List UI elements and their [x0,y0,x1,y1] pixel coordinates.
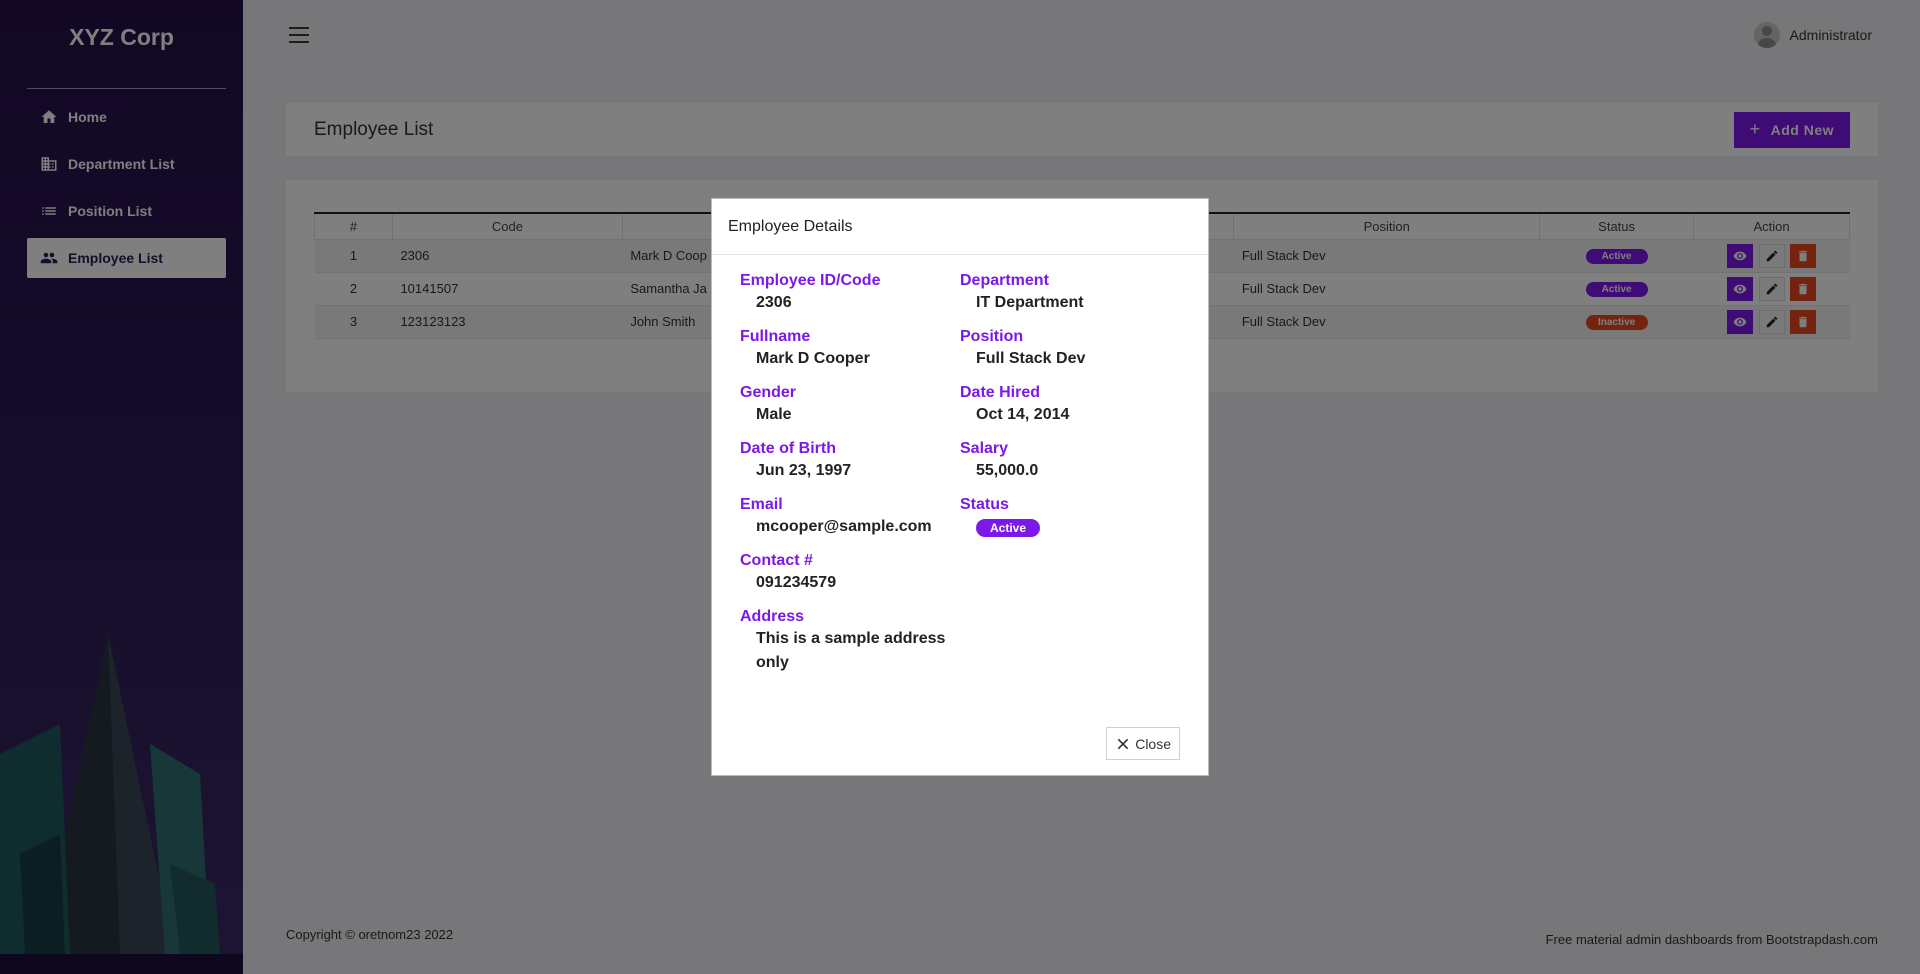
status-badge: Active [976,519,1041,537]
field-contact: Contact # 091234579 [740,551,960,595]
field-employee-code: Employee ID/Code 2306 [740,271,960,315]
field-value: mcooper@sample.com [756,518,932,535]
close-icon [1117,738,1129,749]
field-fullname: Fullname Mark D Cooper [740,327,960,371]
modal-title: Employee Details [712,199,1208,255]
field-value: 2306 [756,294,792,311]
field-label: Department [960,272,1049,289]
field-value: 091234579 [756,574,837,591]
field-address: Address This is a sample address only [740,607,960,675]
field-gender: Gender Male [740,383,960,427]
field-value: Mark D Cooper [756,350,870,367]
field-label: Fullname [740,328,811,345]
field-value: Full Stack Dev [976,350,1086,367]
details-right-column: Department IT Department Position Full S… [960,271,1180,687]
modal-body: Employee ID/Code 2306 Fullname Mark D Co… [712,255,1208,687]
field-value: Jun 23, 1997 [756,462,852,479]
details-left-column: Employee ID/Code 2306 Fullname Mark D Co… [740,271,960,687]
field-date-hired: Date Hired Oct 14, 2014 [960,383,1180,427]
field-status: Status Active [960,495,1180,537]
field-value: Oct 14, 2014 [976,406,1070,423]
field-label: Salary [960,440,1009,457]
field-label: Email [740,496,783,513]
field-date-of-birth: Date of Birth Jun 23, 1997 [740,439,960,483]
field-label: Address [740,608,805,625]
field-value: 55,000.0 [976,462,1039,479]
field-value: Male [756,406,792,423]
field-value: This is a sample address only [756,630,946,671]
field-email: Email mcooper@sample.com [740,495,960,539]
field-label: Date Hired [960,384,1041,401]
close-label: Close [1135,735,1171,752]
field-salary: Salary 55,000.0 [960,439,1180,483]
close-button[interactable]: Close [1106,727,1180,760]
field-position: Position Full Stack Dev [960,327,1180,371]
field-value: IT Department [976,294,1084,311]
field-label: Gender [740,384,797,401]
field-label: Employee ID/Code [740,272,881,289]
field-label: Status [960,496,1009,513]
field-label: Position [960,328,1024,345]
field-label: Date of Birth [740,440,836,457]
employee-details-modal: Employee Details Employee ID/Code 2306 F… [711,198,1209,776]
field-label: Contact # [740,552,813,569]
field-department: Department IT Department [960,271,1180,315]
